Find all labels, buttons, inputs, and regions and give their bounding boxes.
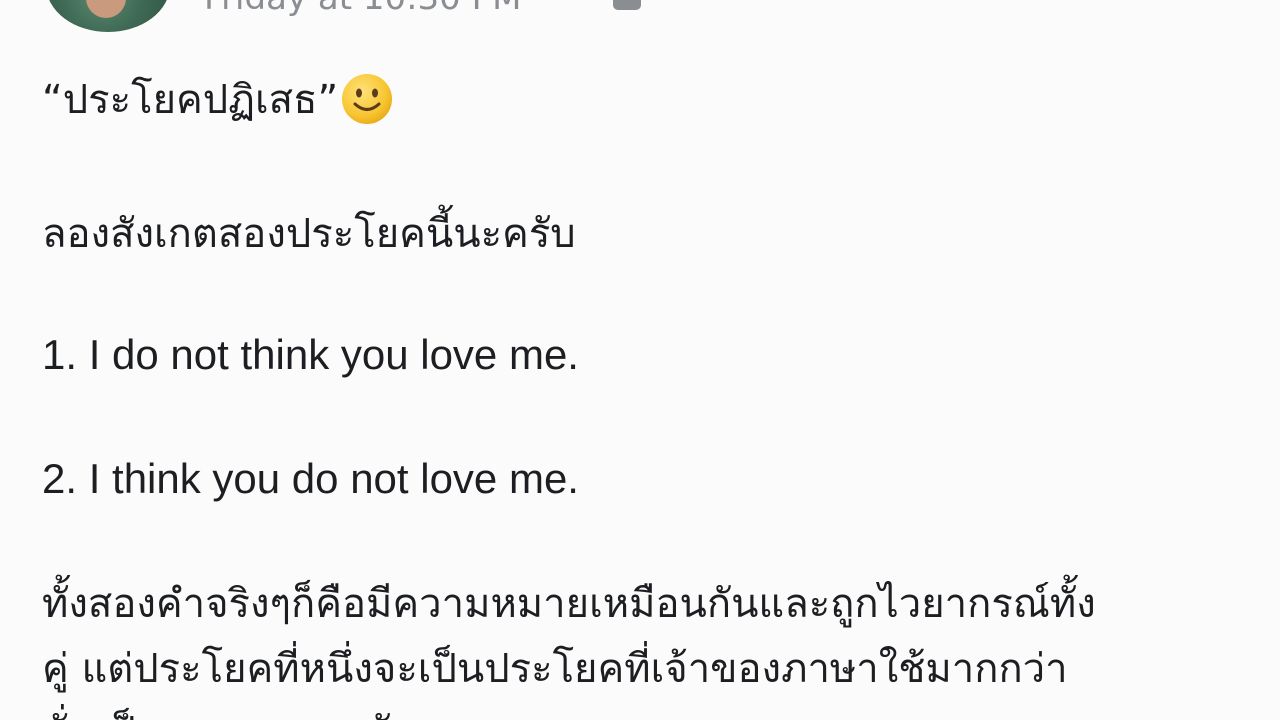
post-intro: ลองสังเกตสองประโยคนี้นะครับ	[42, 211, 576, 257]
post-title: “ประโยคปฏิเสธ”	[42, 77, 339, 123]
paragraph-line: ทั้งสองคำจริงๆก็คือมีความหมายเหมือนกันแล…	[42, 581, 1096, 627]
example-sentence-1: 1. I do not think you love me.	[42, 331, 579, 378]
example-sentence-2: 2. I think you do not love me.	[42, 455, 579, 502]
paragraph-line: คู่ แต่ประโยคที่หนึ่งจะเป็นประโยคที่เจ้า…	[42, 646, 1068, 692]
paragraph-line: นั่นเป็นเพราะภาษาอังกฤษ	[42, 708, 485, 720]
post-body: “ประโยคปฏิเสธ” ลองสังเกตสองประโยคนี้นะคร…	[0, 0, 1280, 720]
facebook-post: Friday at 10:30 PM “ประโยคปฏิเสธ” ลองสัง…	[0, 0, 1280, 720]
slightly-smiling-face-icon	[342, 74, 393, 124]
post-title-line: “ประโยคปฏิเสธ”	[42, 74, 394, 126]
